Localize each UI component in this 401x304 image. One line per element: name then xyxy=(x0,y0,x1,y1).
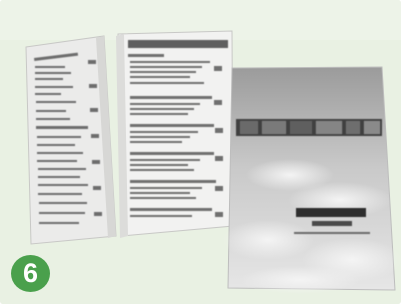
step-number: 6 xyxy=(22,258,39,288)
booklets-photo xyxy=(0,0,401,304)
photo-card: 6 xyxy=(0,0,401,304)
step-number-badge: 6 xyxy=(11,255,50,292)
cover-photo-strip xyxy=(236,119,382,136)
